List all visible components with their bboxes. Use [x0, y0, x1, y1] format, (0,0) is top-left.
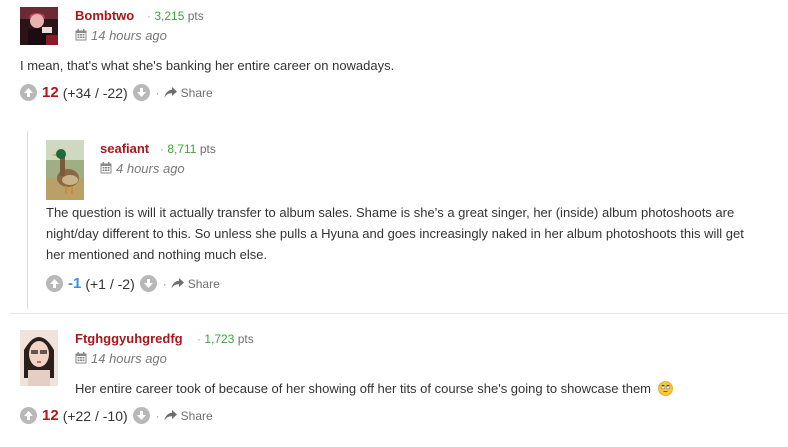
- calendar-icon: [100, 162, 112, 177]
- user-points: · 8,711 pts: [160, 142, 216, 156]
- avatar-seafiant[interactable]: [46, 140, 84, 200]
- downvote-icon[interactable]: [132, 407, 150, 424]
- calendar-icon: [75, 352, 87, 367]
- downvote-icon[interactable]: [132, 84, 150, 101]
- points-value: 3,215: [154, 9, 185, 23]
- rolling-eyes-emoji: [657, 381, 673, 402]
- vote-score: 12: [42, 84, 59, 101]
- comment-text: The question is will it actually transfe…: [46, 205, 744, 262]
- points-value: 8,711: [167, 142, 197, 156]
- timestamp-text: 4 hours ago: [116, 161, 185, 176]
- downvote-icon[interactable]: [139, 275, 157, 292]
- timestamp-text: 14 hours ago: [91, 28, 167, 43]
- vote-breakdown: (+1 / -2): [85, 275, 135, 292]
- username[interactable]: seafiant: [100, 141, 149, 156]
- share-icon: [164, 410, 177, 421]
- share-button[interactable]: · Share: [152, 409, 213, 423]
- vote-breakdown: (+34 / -22): [62, 84, 128, 101]
- vote-score: 12: [42, 407, 59, 424]
- vote-bar: -1 (+1 / -2) · Share: [46, 275, 220, 292]
- reply-thread-line: [27, 131, 28, 309]
- timestamp-text: 14 hours ago: [91, 351, 167, 366]
- avatar-ftghggyuhgredfg[interactable]: [20, 330, 58, 386]
- username[interactable]: Bombtwo: [75, 8, 134, 23]
- vote-bar: 12 (+34 / -22) · Share: [20, 84, 213, 101]
- user-points: · 3,215 pts: [147, 9, 204, 23]
- share-label: Share: [180, 408, 213, 423]
- share-icon: [164, 87, 177, 98]
- timestamp: 4 hours ago: [100, 161, 185, 177]
- vote-bar: 12 (+22 / -10) · Share: [20, 407, 213, 424]
- calendar-icon: [75, 29, 87, 44]
- upvote-icon[interactable]: [20, 84, 37, 101]
- avatar-bombtwo[interactable]: [20, 7, 58, 45]
- share-button[interactable]: · Share: [159, 277, 220, 291]
- share-icon: [171, 278, 184, 289]
- upvote-icon[interactable]: [46, 275, 63, 292]
- comment-text-body: Her entire career took of because of her…: [75, 381, 651, 396]
- timestamp: 14 hours ago: [75, 351, 167, 367]
- points-suffix: pts: [199, 142, 216, 156]
- points-suffix: pts: [187, 9, 204, 23]
- share-button[interactable]: · Share: [152, 86, 213, 100]
- vote-breakdown: (+22 / -10): [62, 407, 128, 424]
- points-value: 1,723: [204, 332, 235, 346]
- comment-text: I mean, that's what she's banking her en…: [20, 58, 395, 73]
- username[interactable]: Ftghggyuhgredfg: [75, 331, 183, 346]
- share-label: Share: [187, 276, 220, 291]
- comment-text: Her entire career took of because of her…: [75, 378, 775, 402]
- timestamp: 14 hours ago: [75, 28, 167, 44]
- upvote-icon[interactable]: [20, 407, 37, 424]
- share-label: Share: [180, 85, 213, 100]
- points-suffix: pts: [237, 332, 254, 346]
- vote-score: -1: [68, 275, 82, 292]
- user-points: · 1,723 pts: [197, 332, 254, 346]
- comment-divider: [10, 313, 788, 314]
